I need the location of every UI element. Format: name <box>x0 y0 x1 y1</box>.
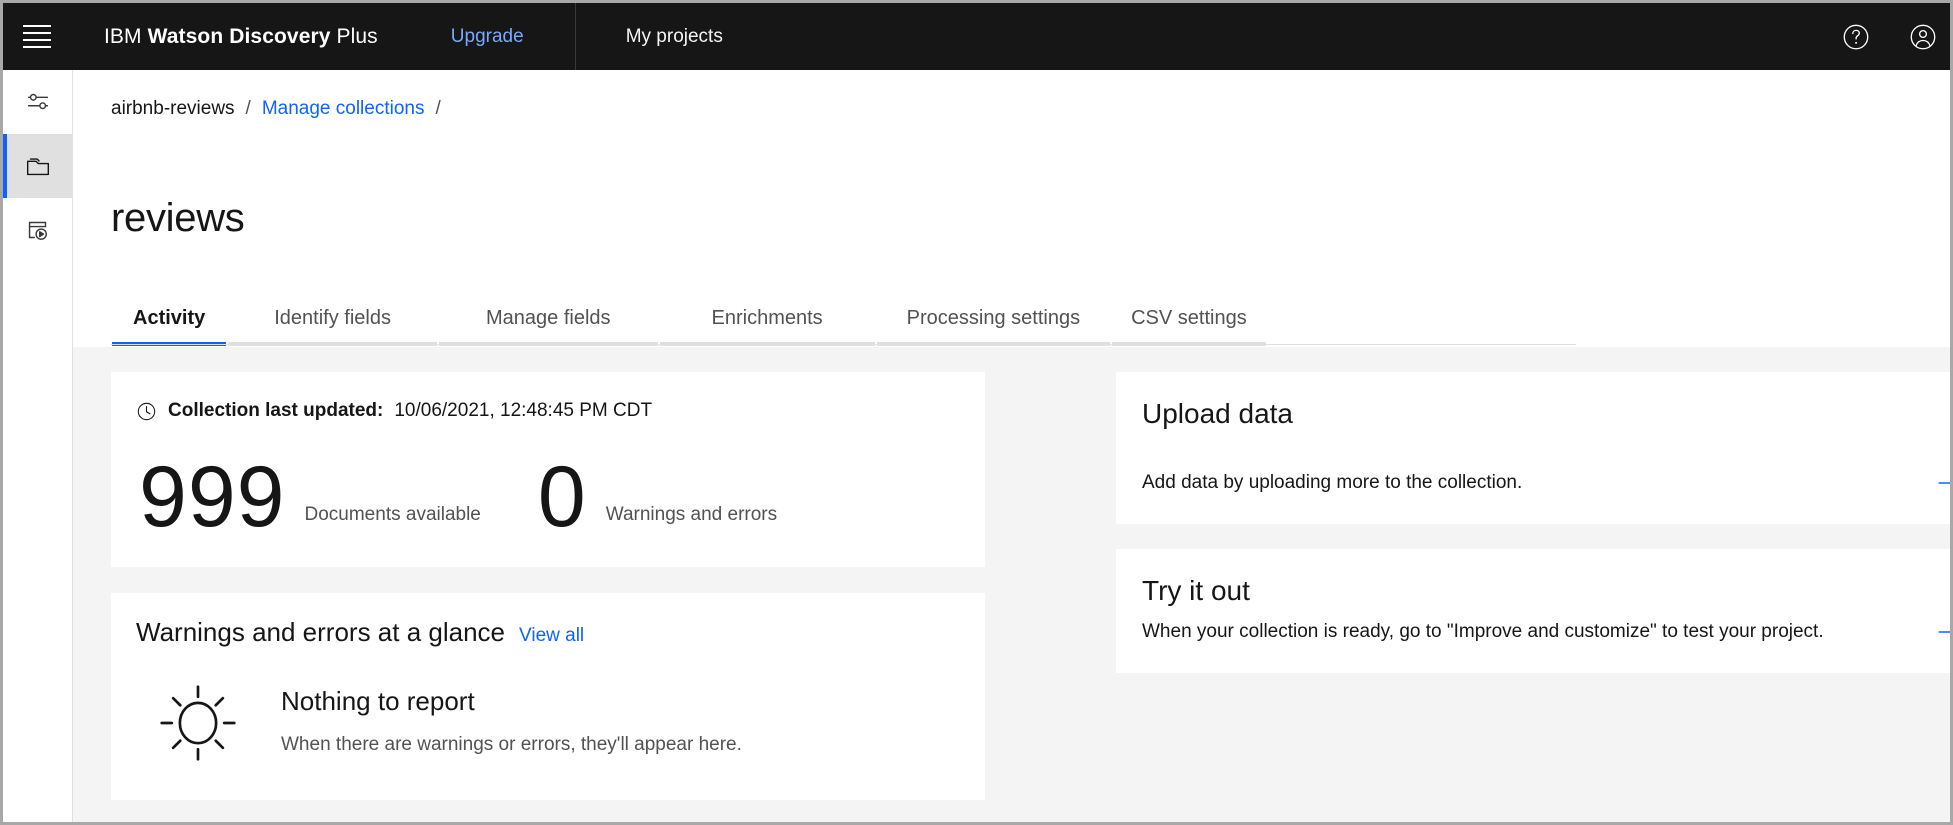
tab-manage-fields[interactable]: Manage fields <box>438 290 659 346</box>
view-all-link[interactable]: View all <box>519 625 584 647</box>
app-window: IBM Watson Discovery Plus Upgrade My pro… <box>0 0 1953 825</box>
tab-label: CSV settings <box>1131 307 1247 330</box>
tab-enrichments[interactable]: Enrichments <box>659 290 876 346</box>
try-it-out-card[interactable]: Try it out When your collection is ready… <box>1116 549 1953 673</box>
sun-icon <box>155 680 241 766</box>
try-it-out-body: When your collection is ready, go to "Im… <box>1142 619 1953 645</box>
brand-title[interactable]: IBM Watson Discovery Plus <box>104 25 378 49</box>
arrow-right-icon[interactable] <box>1936 619 1953 645</box>
upload-data-title: Upload data <box>1142 398 1293 430</box>
user-avatar-icon[interactable] <box>1889 3 1953 70</box>
empty-state-subtitle: When there are warnings or errors, they'… <box>281 734 742 756</box>
warnings-at-a-glance-card: Warnings and errors at a glance View all <box>111 593 985 800</box>
warnings-errors-count: 0 <box>538 460 587 536</box>
warnings-card-title: Warnings and errors at a glance <box>136 617 505 648</box>
breadcrumb-separator: / <box>246 98 251 120</box>
sidebar-item-manage-collections[interactable] <box>3 134 72 198</box>
tab-label: Identify fields <box>274 307 391 330</box>
tab-identify-fields[interactable]: Identify fields <box>227 290 438 346</box>
tab-label: Activity <box>133 307 205 330</box>
tab-label: Enrichments <box>712 307 823 330</box>
breadcrumb-manage-collections-link[interactable]: Manage collections <box>262 98 425 120</box>
try-it-out-description: When your collection is ready, go to "Im… <box>1142 621 1824 643</box>
brand-main: Watson Discovery <box>148 25 331 49</box>
collection-stats-card: Collection last updated: 10/06/2021, 12:… <box>111 372 985 567</box>
last-updated-value: 10/06/2021, 12:48:45 PM CDT <box>394 400 652 422</box>
breadcrumb: airbnb-reviews / Manage collections / <box>111 98 441 120</box>
clock-icon <box>136 401 157 422</box>
page-title: reviews <box>111 196 245 241</box>
header-actions <box>1822 3 1953 70</box>
hamburger-line <box>23 25 51 27</box>
warnings-errors-stat: 0 Warnings and errors <box>538 460 777 536</box>
my-projects-link[interactable]: My projects <box>626 26 723 48</box>
arrow-right-icon[interactable] <box>1936 470 1953 496</box>
upgrade-link[interactable]: Upgrade <box>451 26 524 48</box>
sidebar-item-improve-and-customize[interactable] <box>3 198 72 262</box>
folder-icon <box>23 151 53 181</box>
tab-bar: Activity Identify fields Manage fields E… <box>111 290 1267 346</box>
tab-label: Manage fields <box>486 307 611 330</box>
empty-state-texts: Nothing to report When there are warning… <box>281 680 742 756</box>
upload-data-description: Add data by uploading more to the collec… <box>1142 472 1522 494</box>
collection-last-updated: Collection last updated: 10/06/2021, 12:… <box>136 400 652 422</box>
tab-activity[interactable]: Activity <box>111 290 227 346</box>
documents-available-count: 999 <box>139 460 286 536</box>
tab-csv-settings[interactable]: CSV settings <box>1111 290 1267 346</box>
documents-available-label: Documents available <box>305 504 481 536</box>
breadcrumb-project[interactable]: airbnb-reviews <box>111 98 235 120</box>
top-header: IBM Watson Discovery Plus Upgrade My pro… <box>3 3 1953 70</box>
document-play-icon <box>23 215 53 245</box>
hamburger-line <box>23 32 51 34</box>
warnings-card-header: Warnings and errors at a glance View all <box>136 617 584 648</box>
hamburger-menu-icon[interactable] <box>3 3 70 70</box>
tab-processing-settings[interactable]: Processing settings <box>876 290 1111 346</box>
breadcrumb-separator: / <box>435 98 440 120</box>
empty-state-title: Nothing to report <box>281 686 742 717</box>
last-updated-label: Collection last updated: <box>168 400 383 422</box>
stats-row: 999 Documents available 0 Warnings and e… <box>139 460 777 536</box>
documents-available-stat: 999 Documents available <box>139 460 481 536</box>
warnings-empty-state: Nothing to report When there are warning… <box>155 680 742 766</box>
sliders-icon <box>23 87 53 117</box>
brand-prefix: IBM <box>104 25 142 49</box>
activity-panel: Collection last updated: 10/06/2021, 12:… <box>73 347 1950 825</box>
sidebar-item-manage-settings[interactable] <box>3 70 72 134</box>
upload-data-card[interactable]: Upload data Add data by uploading more t… <box>1116 372 1953 524</box>
help-circle-icon[interactable] <box>1822 3 1889 70</box>
try-it-out-title: Try it out <box>1142 575 1250 607</box>
hamburger-line <box>23 39 51 41</box>
brand-suffix: Plus <box>337 25 378 49</box>
main-content: airbnb-reviews / Manage collections / re… <box>73 70 1950 825</box>
hamburger-line <box>23 46 51 48</box>
left-sidebar <box>3 70 73 825</box>
tab-bar-underline <box>111 344 1576 345</box>
warnings-errors-label: Warnings and errors <box>606 504 777 536</box>
tab-label: Processing settings <box>907 307 1080 330</box>
upload-data-body: Add data by uploading more to the collec… <box>1142 470 1953 496</box>
header-divider <box>575 3 576 70</box>
